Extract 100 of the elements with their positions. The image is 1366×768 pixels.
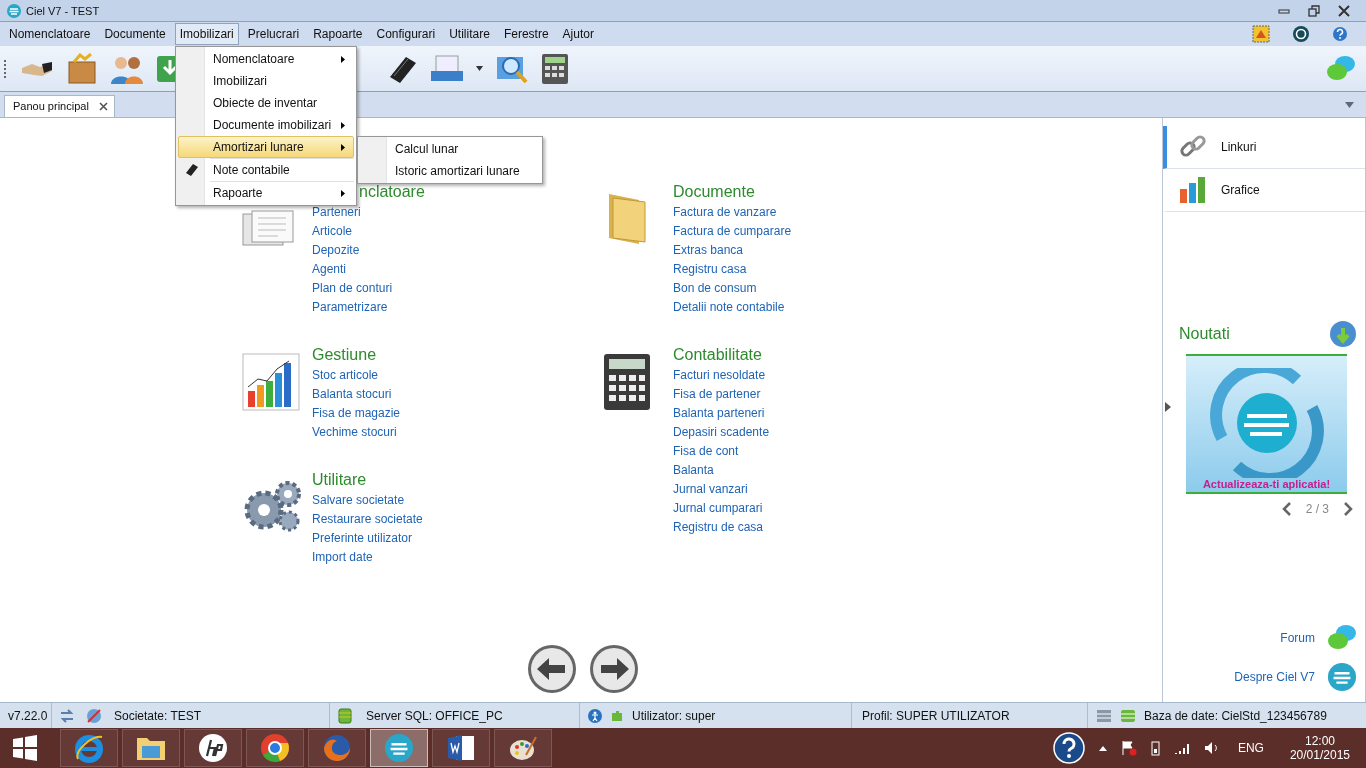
menu-item[interactable]: Configurari <box>371 23 441 45</box>
battery-icon[interactable] <box>1150 740 1160 756</box>
company-label: Societate: TEST <box>114 708 202 723</box>
section-link[interactable]: Balanta <box>673 461 714 480</box>
section-link[interactable]: Balanta parteneri <box>673 404 765 423</box>
menu-item[interactable]: Nomenclatoare <box>4 23 96 45</box>
section-link[interactable]: Salvare societate <box>312 491 405 510</box>
previous-icon[interactable] <box>1281 502 1292 516</box>
help-icon[interactable] <box>1052 732 1085 764</box>
show-hidden-icons-icon[interactable] <box>1098 745 1107 751</box>
restore-icon[interactable] <box>1308 4 1320 17</box>
menu-item[interactable]: Prelucrari <box>242 23 305 45</box>
section-heading: Utilitare <box>312 470 367 490</box>
section-link[interactable]: Factura de cumparare <box>673 222 792 241</box>
section-link[interactable]: Registru de casa <box>673 518 764 537</box>
app-logo-icon[interactable] <box>1327 662 1357 692</box>
menu-item[interactable]: Documente <box>99 23 171 45</box>
windows-start-icon[interactable] <box>12 735 38 761</box>
section-link[interactable]: Parametrizare <box>312 298 388 317</box>
menu-entry[interactable]: Obiecte de inventar <box>178 92 354 114</box>
section-link[interactable]: Agenti <box>312 260 347 279</box>
section-link[interactable]: Depozite <box>312 241 360 260</box>
section-link[interactable]: Fisa de cont <box>673 442 739 461</box>
database-label: Baza de date: CielStd_123456789 <box>1144 708 1327 723</box>
section-link[interactable]: Detalii note contabile <box>673 298 785 317</box>
section-link[interactable]: Bon de consum <box>673 279 757 298</box>
volume-icon[interactable] <box>1203 741 1220 755</box>
signal-icon[interactable] <box>1173 742 1190 754</box>
app-logo-icon <box>384 733 414 763</box>
collapse-arrow-icon[interactable] <box>1165 402 1171 412</box>
server-label: Server SQL: OFFICE_PC <box>366 708 503 723</box>
close-icon[interactable] <box>1338 4 1350 17</box>
section-link[interactable]: Plan de conturi <box>312 279 393 298</box>
tab[interactable]: Panou principal <box>4 95 115 117</box>
side-link[interactable]: Forum <box>1280 631 1315 645</box>
menu-entry[interactable]: Documente imobilizari <box>178 114 354 136</box>
box-icon[interactable] <box>66 52 98 85</box>
menu-entry[interactable]: Calcul lunar <box>360 138 540 160</box>
side-panel-item[interactable]: Linkuri <box>1163 126 1365 169</box>
globe-icon[interactable] <box>86 707 102 724</box>
submenu-arrow-icon <box>341 121 345 129</box>
menu-entry[interactable]: Istoric amortizari lunare <box>360 160 540 182</box>
section-link[interactable]: Jurnal vanzari <box>673 480 748 499</box>
dropdown-arrow-icon[interactable] <box>1345 101 1354 108</box>
section-heading: Contabilitate <box>673 345 762 365</box>
section-link[interactable]: Stoc articole <box>312 366 379 385</box>
sync-icon[interactable] <box>60 708 74 723</box>
menu-item[interactable]: Ferestre <box>498 23 554 45</box>
section-link[interactable]: Restaurare societate <box>312 510 423 529</box>
section-link[interactable]: Depasiri scadente <box>673 423 770 442</box>
app-logo-icon <box>6 2 22 19</box>
news-heading: Noutati <box>1179 325 1230 343</box>
documents-icon <box>242 210 294 246</box>
menu-item[interactable]: Ajutor <box>557 23 599 45</box>
section-link[interactable]: Import date <box>312 548 373 567</box>
close-icon[interactable] <box>98 101 108 111</box>
globe-download-icon[interactable] <box>1329 320 1357 348</box>
database-icon <box>338 707 352 724</box>
document-w-icon <box>446 733 476 763</box>
taskbar-app[interactable] <box>122 729 180 767</box>
taskbar-app[interactable] <box>184 729 242 767</box>
section-link[interactable]: Fisa de magazie <box>312 404 401 423</box>
next-icon[interactable] <box>1343 502 1353 516</box>
banner-caption: Actualizeaza-ti aplicatia! <box>1202 478 1331 492</box>
section-link[interactable]: Preferinte utilizator <box>312 529 413 548</box>
section-link[interactable]: Parteneri <box>312 203 361 222</box>
accessibility-icon[interactable] <box>588 708 602 723</box>
calculator-icon[interactable] <box>541 52 569 85</box>
language-indicator[interactable]: ENG <box>1237 741 1264 755</box>
section-link[interactable]: Vechime stocuri <box>312 423 397 442</box>
calculator-icon <box>603 353 651 411</box>
menu-item[interactable]: Imobilizari <box>174 23 239 45</box>
section-link[interactable]: Registru casa <box>673 260 747 279</box>
menu-entry[interactable]: Amortizari lunare <box>178 136 354 158</box>
caret-icon[interactable] <box>476 66 483 71</box>
page-indicator: 2 / 3 <box>1305 502 1329 516</box>
section-link[interactable]: Articole <box>312 222 352 241</box>
section-link[interactable]: Factura de vanzare <box>673 203 777 222</box>
bar-chart-icon <box>242 353 300 411</box>
section-link[interactable]: Facturi nesoldate <box>673 366 766 385</box>
menu-item[interactable]: Utilitare <box>444 23 495 45</box>
section-heading: Gestiune <box>312 345 377 365</box>
taskbar-app[interactable] <box>246 729 304 767</box>
menu-entry[interactable]: Rapoarte <box>178 182 354 204</box>
taskbar-app[interactable] <box>494 729 552 767</box>
menu-entry[interactable]: Imobilizari <box>178 70 354 92</box>
side-link[interactable]: Despre Ciel V7 <box>1234 670 1315 684</box>
section-link[interactable]: Fisa de partener <box>673 385 761 404</box>
menu-entry[interactable]: Note contabile <box>178 159 354 181</box>
user-label: Utilizator: super <box>632 708 716 723</box>
menu-item[interactable]: Rapoarte <box>308 23 368 45</box>
section-heading: Documente <box>673 182 755 202</box>
side-panel-item[interactable]: Grafice <box>1163 169 1365 212</box>
taskbar-app[interactable] <box>432 729 490 767</box>
section-link[interactable]: Balanta stocuri <box>312 385 392 404</box>
menu-entry[interactable]: Nomenclatoare <box>178 48 354 70</box>
flag-icon[interactable] <box>1120 740 1137 756</box>
bar-chart-icon <box>1179 175 1207 205</box>
section-link[interactable]: Jurnal cumparari <box>673 499 763 518</box>
section-link[interactable]: Extras banca <box>673 241 744 260</box>
